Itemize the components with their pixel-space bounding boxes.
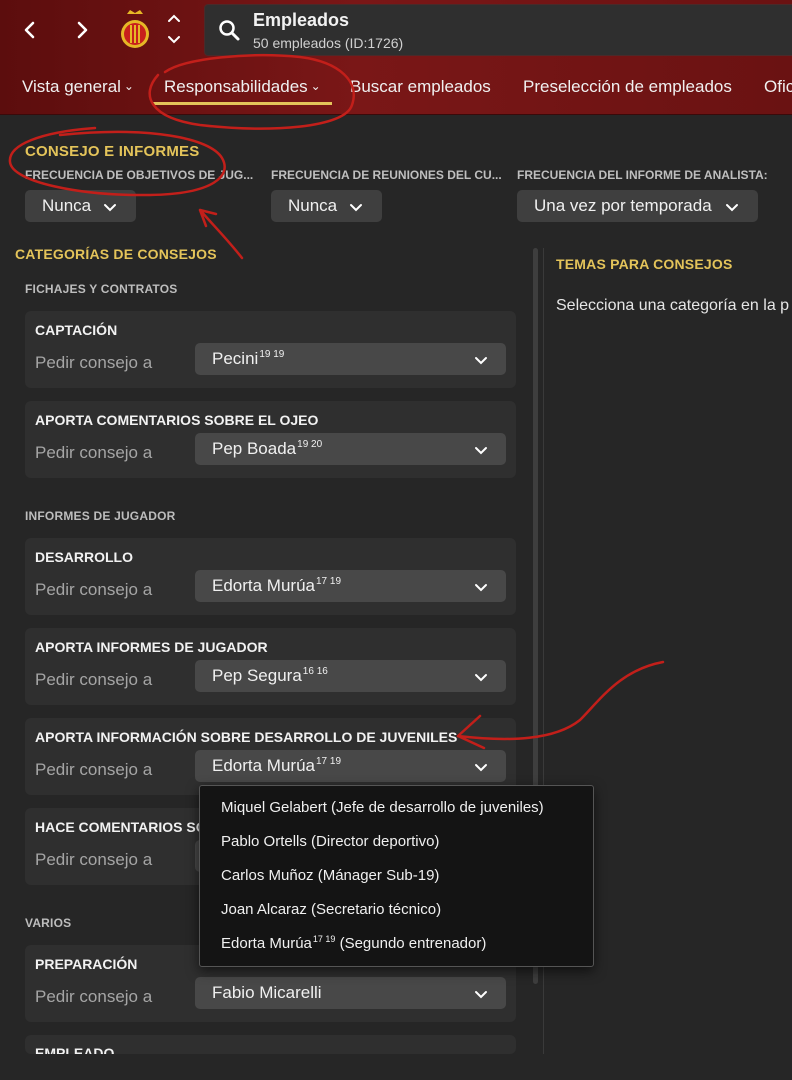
freq-analista-select[interactable]: Una vez por temporada (517, 190, 758, 222)
card-title: DESARROLLO (35, 549, 133, 565)
card-empleado: EMPLEADO (25, 1035, 516, 1054)
active-tab-indicator (152, 102, 332, 105)
advisor-select[interactable]: Pecini19 19 (195, 343, 506, 375)
menu-item[interactable]: Miquel Gelabert (Jefe de desarrollo de j… (221, 799, 544, 816)
advisor-rating: 17 19 (316, 756, 342, 767)
card-title: CAPTACIÓN (35, 322, 118, 338)
menu-item[interactable]: Joan Alcaraz (Secretario técnico) (221, 901, 441, 918)
ask-label: Pedir consejo a (35, 580, 153, 599)
advisor-name: Fabio Micarelli (212, 983, 322, 1002)
advisor-rating: 19 20 (297, 439, 323, 450)
select-value: Nunca (288, 196, 338, 215)
tab-preseleccion[interactable]: Preselección de empleados (523, 77, 732, 97)
tab-label: Responsabilidades (164, 77, 308, 96)
card-title: EMPLEADO (35, 1045, 115, 1054)
card-desarrollo-juveniles: APORTA INFORMACIÓN SOBRE DESARROLLO DE J… (25, 718, 516, 795)
ask-label: Pedir consejo a (35, 850, 153, 869)
ask-label: Pedir consejo a (35, 443, 153, 462)
card-captacion: CAPTACIÓN Pedir consejo a Pecini19 19 (25, 311, 516, 388)
chevron-down-icon (475, 674, 487, 682)
advisor-name: Edorta Murúa (212, 756, 315, 775)
advisor-name: Edorta Murúa (212, 576, 315, 595)
ask-label: Pedir consejo a (35, 760, 153, 779)
freq-objetivos-select[interactable]: Nunca (25, 190, 136, 222)
menu-item-name: Edorta Murúa (221, 935, 312, 952)
chevron-down-icon: ⌄ (123, 79, 134, 93)
ask-label: Pedir consejo a (35, 987, 153, 1006)
freq-label-reuniones: FRECUENCIA DE REUNIONES DEL CU... (271, 168, 502, 182)
card-comentarios-ojeo: APORTA COMENTARIOS SOBRE EL OJEO Pedir c… (25, 401, 516, 478)
freq-label-analista: FRECUENCIA DEL INFORME DE ANALISTA: (517, 168, 768, 182)
advisor-select[interactable]: Pep Segura16 16 (195, 660, 506, 692)
advisor-rating: 17 19 (316, 576, 342, 587)
advisor-name: Pecini (212, 349, 259, 368)
card-title: APORTA INFORMES DE JUGADOR (35, 639, 268, 655)
select-value: Una vez por temporada (534, 196, 712, 215)
categorias-title: CATEGORÍAS DE CONSEJOS (15, 246, 217, 262)
group-informes: INFORMES DE JUGADOR (25, 509, 176, 523)
page-title: Empleados (253, 10, 350, 30)
advisor-name: Pep Boada (212, 439, 297, 458)
group-varios: VARIOS (25, 916, 72, 930)
chevron-down-icon (726, 204, 738, 212)
advisor-rating: 16 16 (302, 666, 328, 677)
advisor-select[interactable]: Edorta Murúa17 19 (195, 570, 506, 602)
club-crest-icon[interactable] (118, 8, 152, 52)
menu-item-role: (Segundo entrenador) (335, 935, 487, 952)
tab-bar: Vista general ⌄ Responsabilidades ⌄ Buscar… (0, 64, 792, 110)
page-subtitle: 50 empleados (ID:1726) (253, 35, 404, 51)
advisor-name: Pep Segura (212, 666, 302, 685)
advisor-select[interactable]: Edorta Murúa17 19 (195, 750, 506, 782)
card-title: APORTA COMENTARIOS SOBRE EL OJEO (35, 412, 319, 428)
menu-item[interactable]: Edorta Murúa17 19 (Segundo entrenador) (221, 934, 487, 952)
menu-item[interactable]: Pablo Ortells (Director deportivo) (221, 833, 439, 850)
chevron-down-icon (475, 584, 487, 592)
chevron-down-icon: ⌄ (310, 79, 321, 93)
tab-label: Vista general (22, 77, 121, 96)
card-title: PREPARACIÓN (35, 956, 138, 972)
menu-item-rating: 17 19 (312, 934, 336, 944)
card-title: HACE COMENTARIOS SO (35, 819, 207, 835)
chevron-down-icon (475, 447, 487, 455)
search-box[interactable]: Empleados 50 empleados (ID:1726) (204, 4, 792, 56)
switch-club-arrows-icon[interactable] (166, 12, 182, 46)
tab-vista-general[interactable]: Vista general ⌄ (22, 77, 134, 97)
search-icon (217, 18, 241, 42)
chevron-down-icon (350, 204, 362, 212)
chevron-down-icon (104, 204, 116, 212)
chevron-down-icon (475, 764, 487, 772)
advisor-select[interactable]: Pep Boada19 20 (195, 433, 506, 465)
advisor-dropdown-menu: Miquel Gelabert (Jefe de desarrollo de j… (199, 785, 594, 967)
card-title: APORTA INFORMACIÓN SOBRE DESARROLLO DE J… (35, 729, 458, 745)
tab-responsabilidades[interactable]: Responsabilidades ⌄ (164, 77, 321, 97)
chevron-down-icon (475, 357, 487, 365)
freq-label-objetivos: FRECUENCIA DE OBJETIVOS DE JUG... (25, 168, 254, 182)
chevron-left-icon[interactable] (16, 16, 44, 44)
menu-item[interactable]: Carlos Muñoz (Mánager Sub-19) (221, 867, 439, 884)
annotation-circle-consejo (8, 126, 226, 197)
ask-label: Pedir consejo a (35, 353, 153, 372)
temas-hint: Selecciona una categoría en la p (556, 297, 790, 314)
chevron-right-icon[interactable] (68, 16, 96, 44)
card-informes-jugador: APORTA INFORMES DE JUGADOR Pedir consejo… (25, 628, 516, 705)
freq-reuniones-select[interactable]: Nunca (271, 190, 382, 222)
group-fichajes: FICHAJES Y CONTRATOS (25, 282, 178, 296)
consejo-title: CONSEJO E INFORMES (25, 143, 200, 160)
ask-label: Pedir consejo a (35, 670, 153, 689)
card-desarrollo: DESARROLLO Pedir consejo a Edorta Murúa1… (25, 538, 516, 615)
select-value: Nunca (42, 196, 92, 215)
advisor-rating: 19 19 (259, 349, 285, 360)
tab-buscar-empleados[interactable]: Buscar empleados (350, 77, 491, 97)
temas-title: TEMAS PARA CONSEJOS (556, 256, 733, 272)
chevron-down-icon (475, 991, 487, 999)
advisor-select[interactable]: Fabio Micarelli (195, 977, 506, 1009)
top-header: Empleados 50 empleados (ID:1726) Vista g… (0, 0, 792, 115)
tab-oficina[interactable]: Ofic (764, 77, 792, 97)
